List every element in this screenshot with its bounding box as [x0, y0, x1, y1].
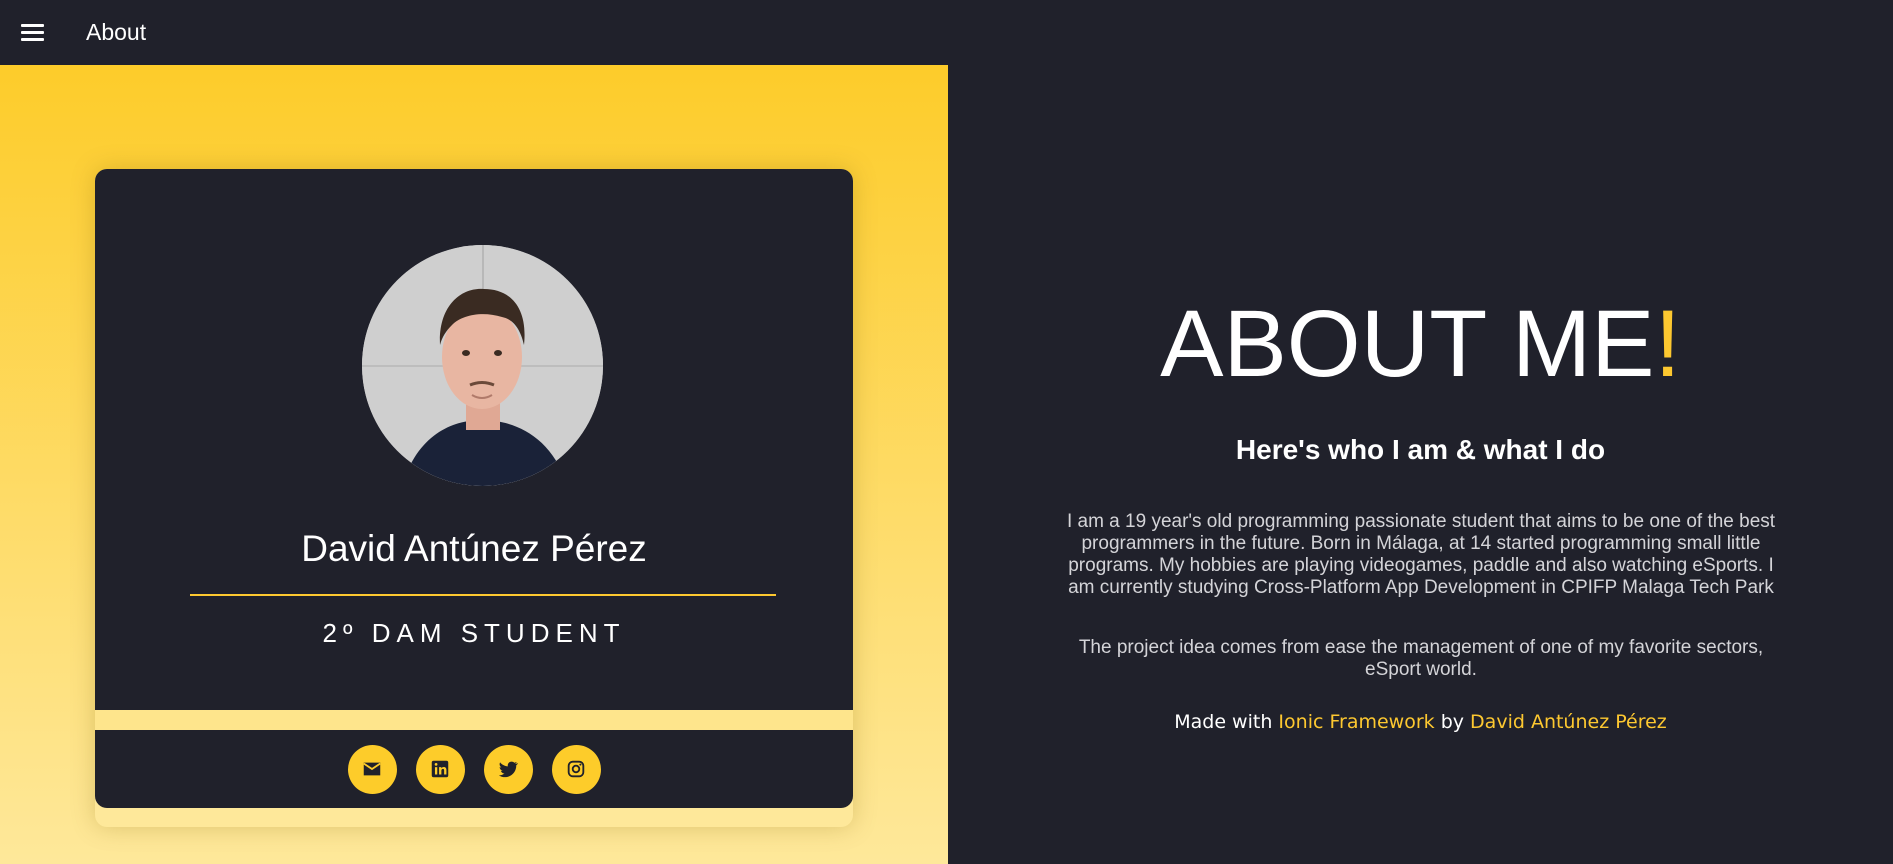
card-divider-stripe: [95, 710, 853, 730]
instagram-icon[interactable]: [551, 744, 601, 794]
profile-photo: [362, 245, 603, 486]
page-title: About: [86, 19, 147, 45]
credit-by: by: [1440, 711, 1464, 733]
name-divider: [190, 594, 776, 596]
menu-icon[interactable]: [19, 20, 49, 44]
credit-prefix: Made with: [1174, 711, 1273, 733]
toolbar: About: [0, 0, 1893, 65]
framework-link[interactable]: Ionic Framework: [1278, 711, 1434, 733]
about-heading-accent: !: [1654, 291, 1681, 397]
about-heading-text: ABOUT ME: [1160, 291, 1655, 397]
bio-paragraph: I am a 19 year's old programming passion…: [1066, 511, 1776, 598]
email-icon[interactable]: [347, 744, 397, 794]
profile-name: David Antúnez Pérez: [301, 528, 647, 569]
profile-role: 2º DAM STUDENT: [322, 618, 626, 648]
credit-line: Made with Ionic Framework by David Antún…: [948, 711, 1893, 733]
social-links-bar: [95, 730, 853, 808]
about-subheading: Here's who I am & what I do: [1235, 434, 1606, 465]
project-paragraph: The project idea comes from ease the man…: [1078, 637, 1764, 680]
twitter-icon[interactable]: [483, 744, 533, 794]
author-link[interactable]: David Antúnez Pérez: [1470, 711, 1667, 733]
about-heading: ABOUT ME!: [948, 290, 1893, 399]
linkedin-icon[interactable]: [415, 744, 465, 794]
